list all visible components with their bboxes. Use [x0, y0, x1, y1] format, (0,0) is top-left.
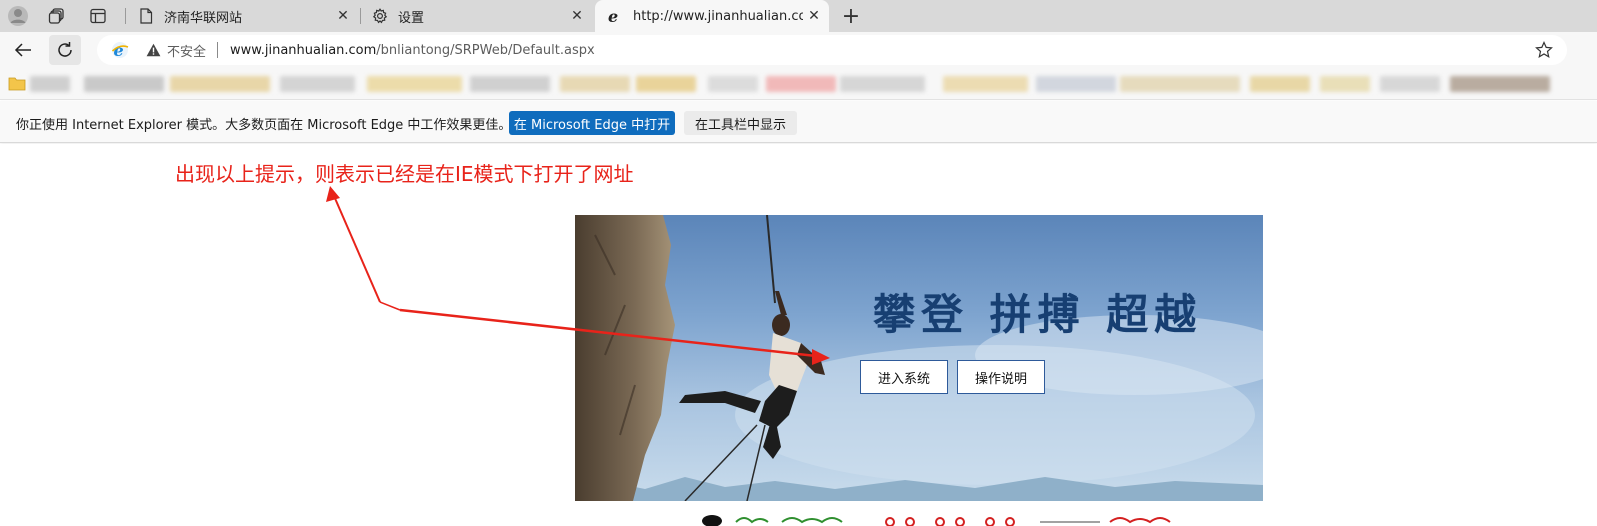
- tab-title: 设置: [398, 10, 425, 26]
- ie-mode-infobar: 你正使用 Internet Explorer 模式。大多数页面在 Microso…: [0, 101, 1597, 143]
- tab-strip: 济南华联网站 ✕ 设置 ✕ e http://www.jinanhualian.…: [0, 0, 1597, 32]
- ie-logo-icon: e: [607, 8, 623, 24]
- refresh-icon: [58, 42, 72, 57]
- ie-mode-icon[interactable]: e: [111, 41, 129, 59]
- back-arrow-icon: [14, 43, 31, 57]
- profile-avatar-icon[interactable]: [4, 3, 32, 29]
- svg-text:e: e: [114, 41, 124, 59]
- banner-slogan: 攀登 拼搏 超越: [873, 290, 1203, 339]
- tab-close-button[interactable]: ✕: [566, 5, 588, 27]
- favorites-bar: [0, 68, 1597, 100]
- workspaces-icon[interactable]: [43, 3, 71, 29]
- url-path: /bnliantong/SRPWeb/Default.aspx: [376, 42, 595, 58]
- tab-jinan-hualian[interactable]: 济南华联网站 ✕: [126, 0, 358, 32]
- navigation-toolbar: e 不安全 www.jinanhualian.com/bnliantong/SR…: [0, 32, 1597, 68]
- open-in-edge-button[interactable]: 在 Microsoft Edge 中打开: [509, 111, 675, 135]
- refresh-button[interactable]: [49, 35, 81, 65]
- security-status-label[interactable]: 不安全: [167, 41, 206, 60]
- vertical-tabs-icon[interactable]: [84, 3, 112, 29]
- tab-title: http://www.jinanhualian.com/bnl: [633, 8, 803, 24]
- warning-icon[interactable]: [145, 42, 161, 58]
- instructions-button[interactable]: 操作说明: [957, 360, 1045, 394]
- tab-close-button[interactable]: ✕: [332, 5, 354, 27]
- page-content: 出现以上提示，则表示已经是在IE模式下打开了网址 攀登 拼搏 超越 进入系统 操…: [0, 144, 1597, 526]
- gear-icon: [372, 8, 388, 24]
- back-button[interactable]: [7, 35, 39, 65]
- ie-mode-message: 你正使用 Internet Explorer 模式。大多数页面在 Microso…: [16, 118, 512, 133]
- url-text[interactable]: www.jinanhualian.com/bnliantong/SRPWeb/D…: [230, 43, 595, 58]
- bottom-marquee-fragment: [702, 515, 1171, 526]
- svg-text:e: e: [608, 8, 618, 24]
- address-bar[interactable]: e 不安全 www.jinanhualian.com/bnliantong/SR…: [97, 35, 1567, 65]
- tab-active-ie-page[interactable]: e http://www.jinanhualian.com/bnl ✕: [595, 0, 829, 32]
- tab-title: 济南华联网站: [164, 10, 243, 26]
- show-in-toolbar-button[interactable]: 在工具栏中显示: [684, 111, 797, 135]
- login-banner: 攀登 拼搏 超越 进入系统 操作说明: [575, 215, 1263, 501]
- tab-close-button[interactable]: ✕: [803, 5, 825, 27]
- page-icon: [138, 8, 154, 24]
- favorite-star-icon[interactable]: [1535, 41, 1553, 59]
- address-divider: [217, 42, 219, 58]
- annotation-text: 出现以上提示，则表示已经是在IE模式下打开了网址: [175, 162, 634, 186]
- tab-settings[interactable]: 设置 ✕: [360, 0, 592, 32]
- new-tab-button[interactable]: +: [837, 3, 865, 29]
- folder-icon[interactable]: [8, 76, 26, 95]
- enter-system-button[interactable]: 进入系统: [860, 360, 948, 394]
- banner-background-image: [575, 215, 1263, 501]
- url-host: www.jinanhualian.com: [230, 42, 377, 58]
